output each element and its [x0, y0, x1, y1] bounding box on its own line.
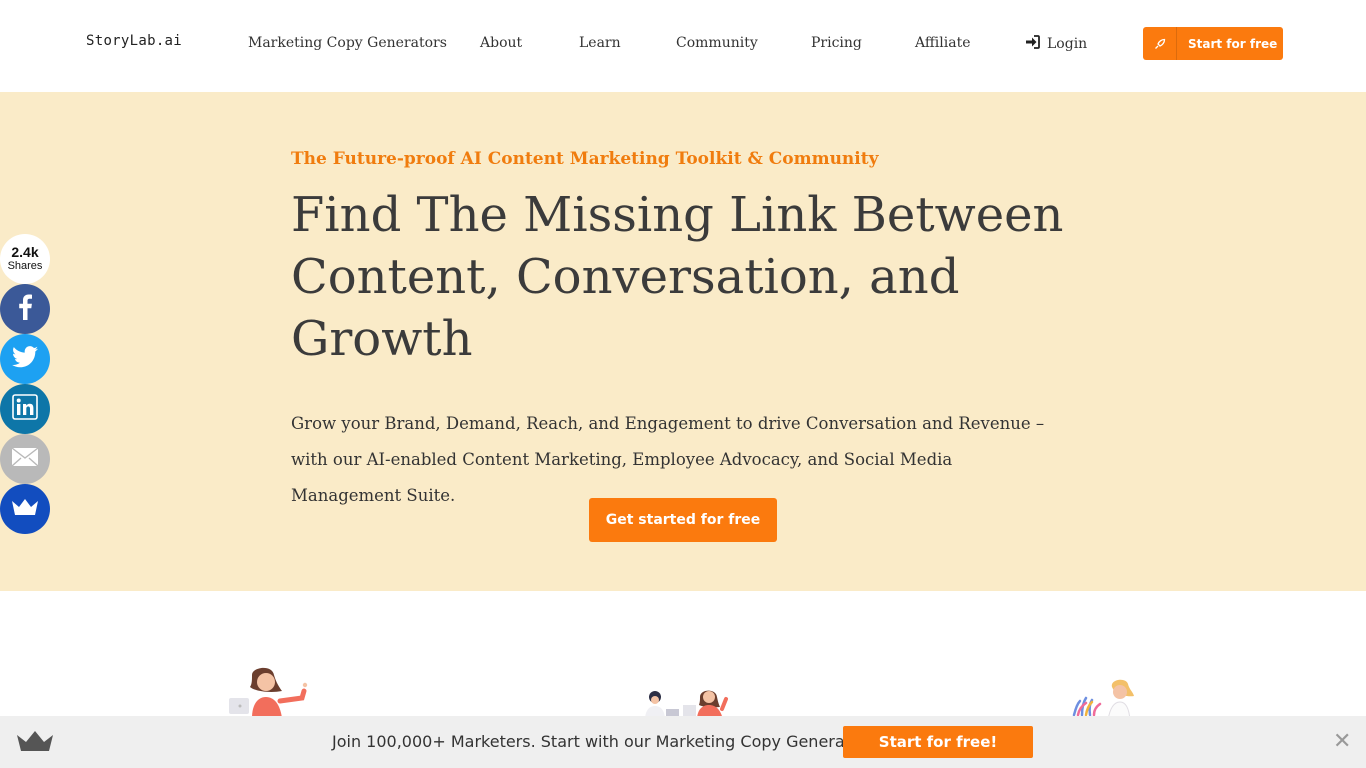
- linkedin-share-button[interactable]: [0, 384, 50, 434]
- nav-about[interactable]: About: [480, 35, 522, 51]
- nav-pricing[interactable]: Pricing: [811, 35, 862, 51]
- sign-in-icon: [1025, 35, 1040, 53]
- login-label: Login: [1047, 36, 1088, 52]
- nav-learn[interactable]: Learn: [579, 35, 621, 51]
- site-header: StoryLab.ai Marketing Copy Generators Ab…: [0, 0, 1366, 92]
- share-count: 2.4k Shares: [0, 234, 50, 284]
- login-link[interactable]: Login: [1025, 35, 1087, 53]
- close-icon[interactable]: ✕: [1333, 731, 1351, 753]
- email-share-button[interactable]: [0, 434, 50, 484]
- share-count-number: 2.4k: [11, 244, 39, 260]
- sumo-crown-icon: [11, 498, 39, 520]
- crown-icon: [16, 730, 54, 756]
- hero-tagline: The Future-proof AI Content Marketing To…: [291, 149, 879, 169]
- nav-marketing-copy-generators[interactable]: Marketing Copy Generators: [248, 35, 447, 51]
- sumo-share-button[interactable]: [0, 484, 50, 534]
- start-for-free-label: Start for free: [1188, 36, 1278, 51]
- share-count-label: Shares: [7, 260, 43, 272]
- illustration-creative-woman: [1068, 665, 1140, 721]
- twitter-share-button[interactable]: [0, 334, 50, 384]
- get-started-button[interactable]: Get started for free: [589, 498, 777, 542]
- facebook-share-button[interactable]: [0, 284, 50, 334]
- start-for-free-bar-button[interactable]: Start for free!: [843, 726, 1033, 758]
- hero-headline: Find The Missing Link Between Content, C…: [291, 187, 1064, 367]
- start-for-free-button[interactable]: Start for free: [1143, 27, 1283, 60]
- nav-community[interactable]: Community: [676, 35, 758, 51]
- illustration-woman-laptop: [226, 665, 310, 720]
- illustration-team-meeting: [638, 665, 734, 720]
- site-logo[interactable]: StoryLab.ai: [86, 33, 182, 49]
- facebook-icon: [17, 294, 33, 324]
- nav-affiliate[interactable]: Affiliate: [915, 35, 971, 51]
- sticky-signup-bar: Join 100,000+ Marketers. Start with our …: [0, 716, 1366, 768]
- linkedin-icon: [12, 394, 38, 424]
- signup-bar-text: Join 100,000+ Marketers. Start with our …: [332, 732, 876, 751]
- hero-section: The Future-proof AI Content Marketing To…: [0, 92, 1366, 591]
- twitter-icon: [12, 346, 38, 372]
- email-icon: [11, 447, 39, 471]
- rocket-icon: [1143, 27, 1177, 60]
